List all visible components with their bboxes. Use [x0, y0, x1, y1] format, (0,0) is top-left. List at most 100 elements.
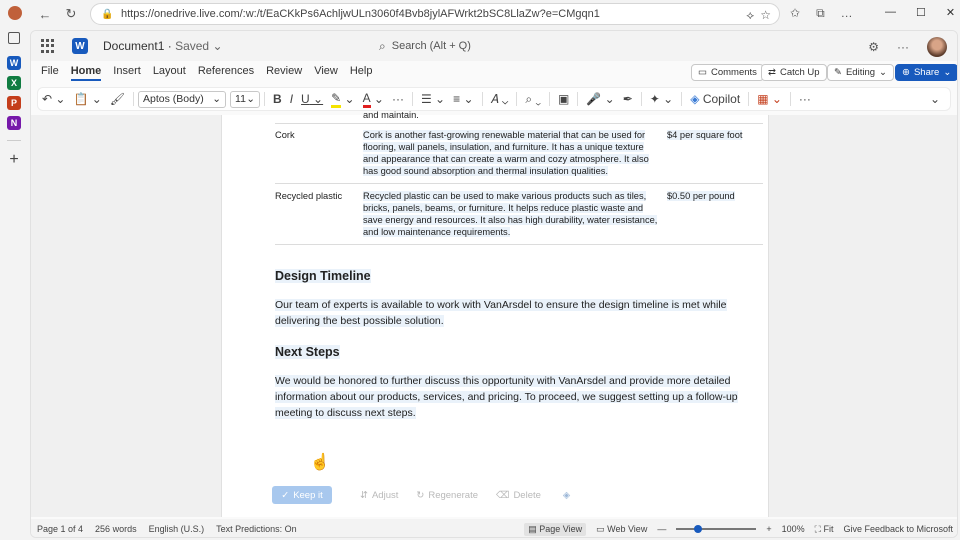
divider — [640, 92, 642, 106]
bullets-icon[interactable]: ☰ ⌄ — [421, 92, 445, 106]
word-app-icon[interactable]: W — [7, 56, 21, 70]
powerpoint-app-icon[interactable]: P — [7, 96, 21, 110]
para-line: information about our products, services… — [275, 391, 738, 403]
web-view-label: Web View — [607, 523, 648, 534]
minimize-icon[interactable]: — — [885, 6, 896, 19]
zoom-out-button[interactable]: — — [657, 524, 666, 534]
share-icon: ⊕ — [902, 67, 910, 78]
doc-name: Document1 — [103, 39, 165, 53]
collapse-ribbon-icon[interactable]: ⌄ — [930, 92, 940, 106]
regenerate-button[interactable]: ↻ Regenerate — [416, 490, 478, 501]
search-input[interactable]: ⌕ Search (Alt + Q) — [379, 36, 639, 56]
styles-icon[interactable]: 𝐴 ⌄ — [491, 92, 509, 107]
font-color-button[interactable]: A ⌄ — [362, 91, 384, 108]
paste-icon[interactable]: 📋 ⌄ — [73, 92, 101, 106]
designer-icon[interactable]: ✦ ⌄ — [650, 92, 673, 106]
find-icon[interactable]: ⌕ ⌄ — [525, 92, 541, 107]
favorites-icon[interactable]: ✩ — [790, 6, 800, 21]
format-painter-icon[interactable]: 🖌 — [110, 92, 125, 106]
zoom-in-button[interactable]: + — [766, 524, 771, 534]
font-size-select[interactable]: 11 ⌄ — [230, 90, 261, 108]
desc-line: Recycled plastic can be used to make var… — [363, 191, 647, 201]
zoom-slider[interactable] — [676, 525, 757, 533]
share-button[interactable]: ⊕ Share ⌄ — [895, 64, 957, 81]
tabs-icon[interactable] — [8, 32, 20, 44]
desc-line: and low maintenance requirements. — [363, 227, 511, 237]
document-title[interactable]: Document1 · Saved ⌄ — [103, 39, 223, 53]
dictate-icon[interactable]: 🎤 ⌄ — [586, 92, 614, 106]
excel-app-icon[interactable]: X — [7, 76, 21, 90]
editor-icon[interactable]: ✒ — [623, 92, 633, 106]
maximize-icon[interactable]: ☐ — [916, 6, 926, 19]
page-count: Page 1 of 4 — [37, 524, 84, 534]
more-options-icon[interactable]: ··· — [897, 40, 909, 54]
highlight-button[interactable]: ✎ ⌄ — [331, 91, 355, 108]
tab-review[interactable]: Review — [266, 65, 302, 81]
feedback-link[interactable]: Give Feedback to Microsoft — [843, 524, 953, 534]
page-view-button[interactable]: ▤ Page View — [524, 522, 587, 536]
close-icon[interactable]: ✕ — [946, 6, 955, 19]
collections-icon[interactable]: ⧉ — [816, 6, 825, 21]
immersive-reader-icon[interactable]: ▣ — [558, 92, 569, 106]
address-bar[interactable]: 🔒 https://onedrive.live.com/:w:/t/EaCKkP… — [90, 3, 780, 25]
table-row-divider — [275, 183, 763, 184]
keep-it-button[interactable]: ✓ Keep it — [272, 486, 332, 504]
search-placeholder: Search (Alt + Q) — [391, 40, 471, 52]
tab-file[interactable]: File — [41, 65, 59, 81]
web-view-button[interactable]: ▭ Web View — [596, 524, 647, 535]
catch-up-button[interactable]: ⇄ Catch Up — [761, 64, 827, 81]
copilot-icon: ◈ — [562, 489, 571, 501]
divider — [481, 92, 483, 106]
undo-icon[interactable]: ↶ ⌄ — [42, 92, 65, 106]
more-formatting-icon[interactable]: ··· — [392, 92, 404, 106]
back-icon[interactable]: ← — [34, 3, 56, 25]
word-app: W Document1 · Saved ⌄ ⌕ Search (Alt + Q)… — [30, 30, 958, 538]
copilot-button[interactable]: ◈ Copilot — [690, 92, 740, 106]
tab-help[interactable]: Help — [350, 65, 373, 81]
underline-button[interactable]: U ⌄ — [301, 92, 323, 106]
editing-mode-button[interactable]: ✎ Editing ⌄ — [827, 64, 894, 81]
desc-line: flooring, wall panels, insulation, and f… — [363, 142, 644, 152]
onenote-app-icon[interactable]: N — [7, 116, 21, 130]
tab-insert[interactable]: Insert — [113, 65, 141, 81]
pencil-icon: ✎ — [834, 67, 842, 78]
divider — [411, 92, 413, 106]
refresh-icon[interactable]: ↻ — [60, 3, 82, 25]
italic-button[interactable]: I — [290, 92, 293, 106]
tab-references[interactable]: References — [198, 65, 254, 81]
tab-home[interactable]: Home — [70, 65, 102, 81]
tracking-icon[interactable]: ⟡ — [746, 8, 754, 23]
font-name-value: Aptos (Body) — [143, 93, 204, 105]
zoom-level[interactable]: 100% — [782, 524, 805, 534]
profile-icon[interactable] — [8, 6, 22, 20]
text-predictions[interactable]: Text Predictions: On — [216, 524, 297, 534]
word-count[interactable]: 256 words — [95, 524, 137, 534]
hand-cursor-icon: ☝ — [310, 454, 330, 471]
comments-button[interactable]: ▭ Comments — [691, 64, 764, 81]
tab-layout[interactable]: Layout — [153, 65, 186, 81]
font-name-select[interactable]: Aptos (Body) ⌄ — [138, 90, 227, 108]
bold-button[interactable]: B — [273, 92, 282, 106]
adjust-button[interactable]: ⇵ Adjust — [360, 490, 398, 501]
settings-icon[interactable]: ⚙ — [868, 40, 879, 54]
table-icon[interactable]: ▦ ⌄ — [757, 92, 782, 106]
table-row-divider — [275, 123, 763, 124]
add-icon[interactable]: + — [9, 151, 18, 169]
delete-button[interactable]: ⌫ Delete — [496, 490, 541, 501]
avatar[interactable] — [927, 37, 947, 57]
language[interactable]: English (U.S.) — [149, 524, 205, 534]
document-page[interactable]: and maintain. Cork Cork is another fast-… — [221, 110, 769, 517]
comments-label: Comments — [710, 67, 757, 78]
zoom-slider-knob[interactable] — [694, 525, 703, 533]
more-icon[interactable]: … — [841, 6, 853, 21]
tab-view[interactable]: View — [314, 65, 338, 81]
ribbon-more-icon[interactable]: ··· — [799, 92, 811, 106]
fit-button[interactable]: ⛶ Fit — [815, 524, 834, 535]
favorite-icon[interactable]: ☆ — [760, 8, 771, 23]
chevron-down-icon: ⌄ — [212, 39, 223, 53]
align-icon[interactable]: ≡ ⌄ — [453, 92, 473, 106]
app-launcher-icon[interactable] — [41, 39, 55, 53]
divider — [549, 92, 551, 106]
copilot-small-button[interactable]: ◈ — [563, 490, 570, 501]
table-cell-material: Recycled plastic — [275, 191, 343, 201]
